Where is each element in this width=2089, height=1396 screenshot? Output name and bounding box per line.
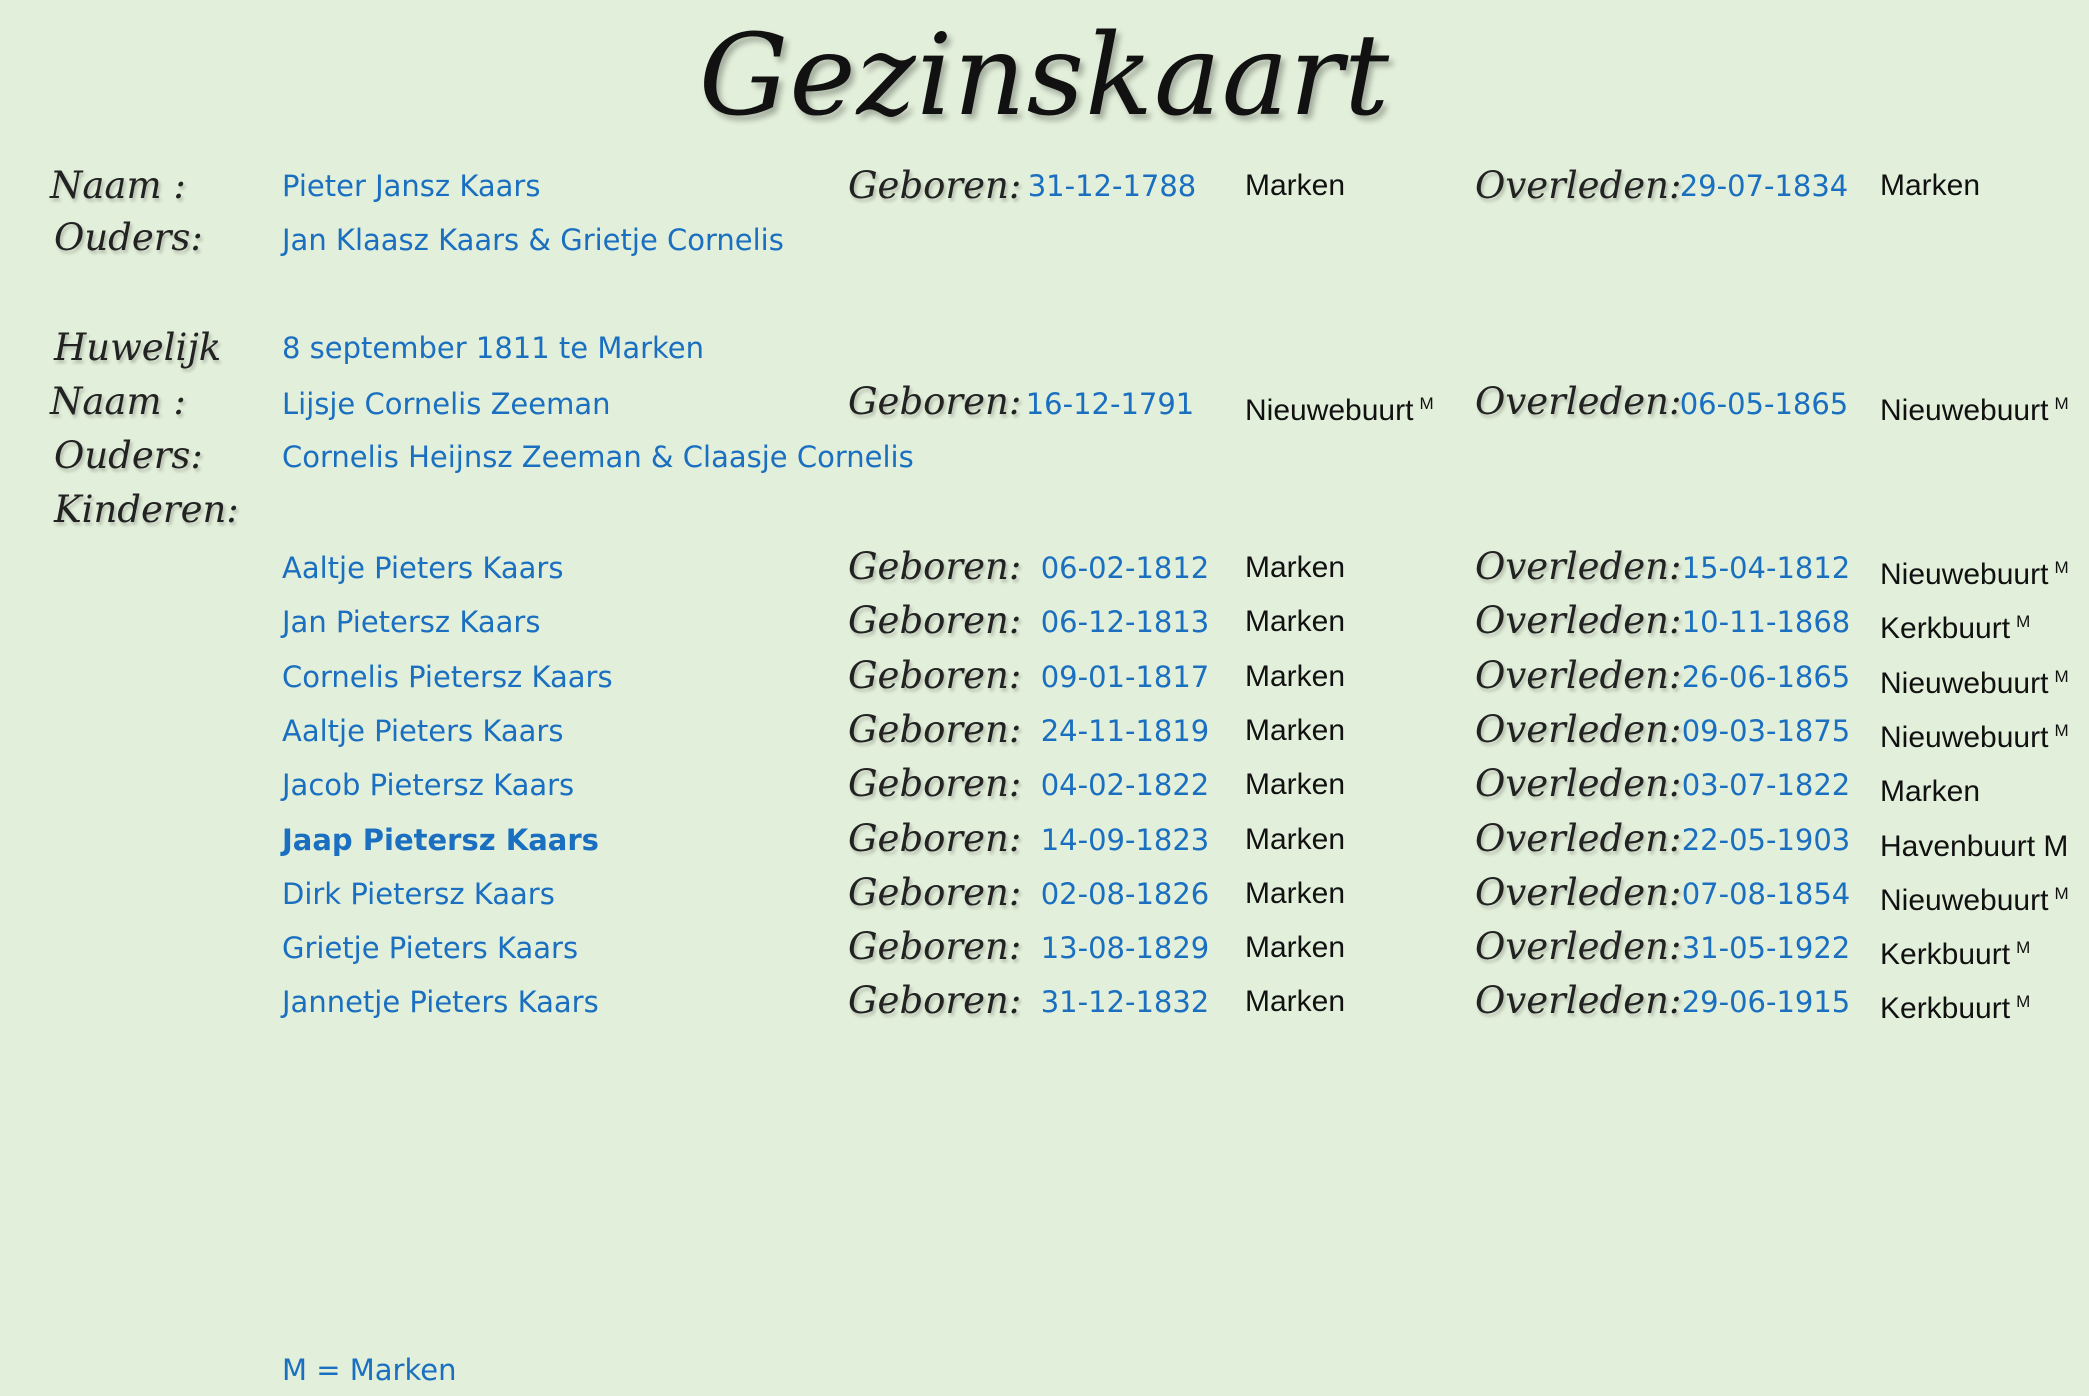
ouders-label: Ouders: xyxy=(54,434,203,477)
naam-label: Naam : xyxy=(50,164,186,207)
geboren-label: Geboren: xyxy=(848,708,1022,751)
wife-born-date: 16-12-1791 xyxy=(1025,387,1195,421)
wife-name: Lijsje Cornelis Zeeman xyxy=(282,387,611,421)
child-name: Aaltje Pieters Kaars xyxy=(282,551,564,585)
child-died-date: 09-03-1875 xyxy=(1681,714,1851,748)
husband-died-date: 29-07-1834 xyxy=(1679,169,1849,203)
child-born-place: Marken xyxy=(1245,714,1346,747)
geboren-label: Geboren: xyxy=(848,599,1022,642)
child-name: Jacob Pietersz Kaars xyxy=(282,768,575,802)
husband-parents: Jan Klaasz Kaars & Grietje Cornelis xyxy=(282,223,784,257)
child-name: Grietje Pieters Kaars xyxy=(282,931,579,965)
child-name: Aaltje Pieters Kaars xyxy=(282,714,564,748)
page-title: Gezinskaart xyxy=(698,11,1391,141)
overleden-label: Overleden: xyxy=(1475,164,1682,207)
kinderen-label: Kinderen: xyxy=(54,488,239,531)
child-name: Jaap Pietersz Kaars xyxy=(282,823,599,857)
child-died-place: Kerkbuurt M xyxy=(1880,992,2031,1025)
child-died-date: 10-11-1868 xyxy=(1681,605,1851,639)
overleden-label: Overleden: xyxy=(1475,979,1682,1022)
child-born-date: 24-11-1819 xyxy=(1040,714,1210,748)
overleden-label: Overleden: xyxy=(1475,380,1682,423)
child-born-place: Marken xyxy=(1245,985,1346,1018)
overleden-label: Overleden: xyxy=(1475,871,1682,914)
child-born-place: Marken xyxy=(1245,931,1346,964)
child-born-place: Marken xyxy=(1245,551,1346,584)
child-born-date: 06-12-1813 xyxy=(1040,605,1210,639)
child-born-date: 06-02-1812 xyxy=(1040,551,1210,585)
child-born-place: Marken xyxy=(1245,660,1346,693)
child-died-place: Nieuwebuurt M xyxy=(1880,721,2069,754)
naam-label: Naam : xyxy=(50,380,186,423)
child-name: Jan Pietersz Kaars xyxy=(282,605,541,639)
wife-died-date: 06-05-1865 xyxy=(1679,387,1849,421)
overleden-label: Overleden: xyxy=(1475,599,1682,642)
child-died-date: 07-08-1854 xyxy=(1681,877,1851,911)
child-died-date: 22-05-1903 xyxy=(1681,823,1851,857)
geboren-label: Geboren: xyxy=(848,164,1022,207)
husband-died-place: Marken xyxy=(1880,169,1981,202)
husband-born-date: 31-12-1788 xyxy=(1027,169,1197,203)
child-born-place: Marken xyxy=(1245,605,1346,638)
overleden-label: Overleden: xyxy=(1475,708,1682,751)
wife-parents: Cornelis Heijnsz Zeeman & Claasje Cornel… xyxy=(282,440,914,474)
child-died-place: Kerkbuurt M xyxy=(1880,938,2031,971)
child-died-place: Kerkbuurt M xyxy=(1880,612,2031,645)
child-born-date: 13-08-1829 xyxy=(1040,931,1210,965)
child-born-place: Marken xyxy=(1245,823,1346,856)
geboren-label: Geboren: xyxy=(848,979,1022,1022)
wife-died-place: Nieuwebuurt M xyxy=(1880,394,2069,427)
child-died-date: 31-05-1922 xyxy=(1681,931,1851,965)
geboren-label: Geboren: xyxy=(848,925,1022,968)
child-born-date: 09-01-1817 xyxy=(1040,660,1210,694)
child-born-place: Marken xyxy=(1245,877,1346,910)
overleden-label: Overleden: xyxy=(1475,545,1682,588)
husband-born-place: Marken xyxy=(1245,169,1346,202)
child-born-date: 31-12-1832 xyxy=(1040,985,1210,1019)
child-died-place: Nieuwebuurt M xyxy=(1880,884,2069,917)
marriage-info: 8 september 1811 te Marken xyxy=(282,331,705,365)
husband-name: Pieter Jansz Kaars xyxy=(282,169,541,203)
child-died-date: 15-04-1812 xyxy=(1681,551,1851,585)
child-born-date: 14-09-1823 xyxy=(1040,823,1210,857)
geboren-label: Geboren: xyxy=(848,545,1022,588)
child-name: Dirk Pietersz Kaars xyxy=(282,877,555,911)
geboren-label: Geboren: xyxy=(848,762,1022,805)
child-born-place: Marken xyxy=(1245,768,1346,801)
child-died-date: 29-06-1915 xyxy=(1681,985,1851,1019)
huwelijk-label: Huwelijk xyxy=(54,326,222,369)
overleden-label: Overleden: xyxy=(1475,817,1682,860)
wife-born-place: Nieuwebuurt M xyxy=(1245,394,1434,427)
child-died-date: 26-06-1865 xyxy=(1681,660,1851,694)
geboren-label: Geboren: xyxy=(848,380,1022,423)
geboren-label: Geboren: xyxy=(848,654,1022,697)
child-died-date: 03-07-1822 xyxy=(1681,768,1851,802)
child-died-place: Havenbuurt M xyxy=(1880,830,2069,863)
legend: M = Marken xyxy=(282,1353,457,1387)
child-died-place: Marken xyxy=(1880,775,1981,808)
geboren-label: Geboren: xyxy=(848,817,1022,860)
child-born-date: 04-02-1822 xyxy=(1040,768,1210,802)
overleden-label: Overleden: xyxy=(1475,654,1682,697)
overleden-label: Overleden: xyxy=(1475,762,1682,805)
child-died-place: Nieuwebuurt M xyxy=(1880,558,2069,591)
child-born-date: 02-08-1826 xyxy=(1040,877,1210,911)
child-name: Jannetje Pieters Kaars xyxy=(282,985,599,1019)
child-died-place: Nieuwebuurt M xyxy=(1880,667,2069,700)
ouders-label: Ouders: xyxy=(54,216,203,259)
overleden-label: Overleden: xyxy=(1475,925,1682,968)
child-name: Cornelis Pietersz Kaars xyxy=(282,660,613,694)
geboren-label: Geboren: xyxy=(848,871,1022,914)
